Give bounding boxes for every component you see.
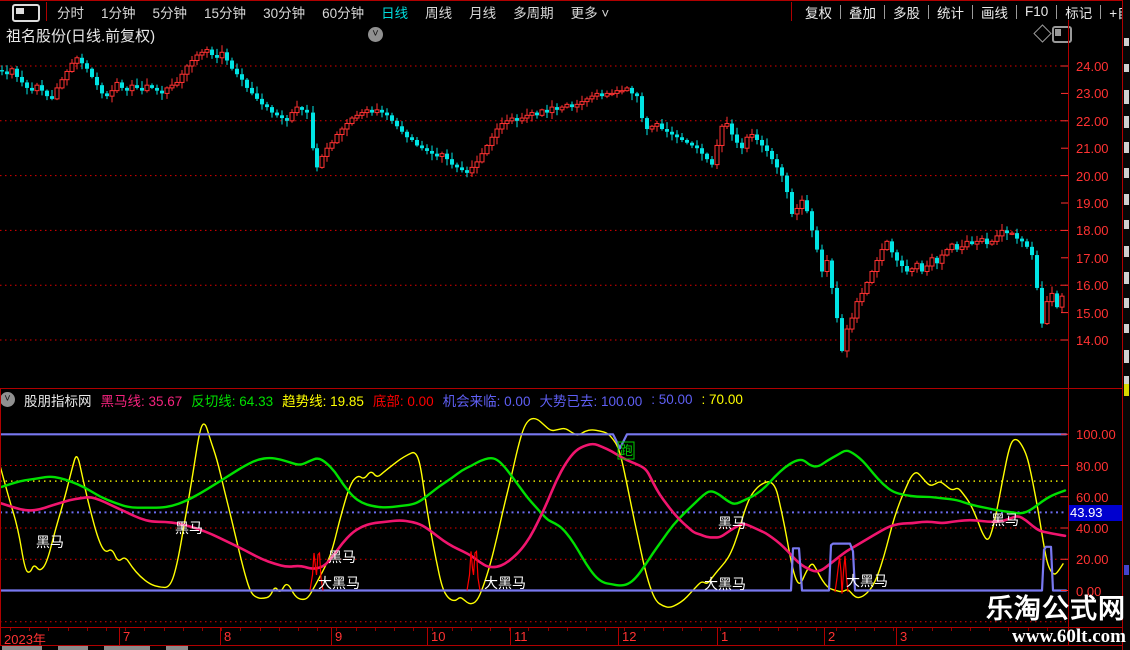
signal-label: 黑马: [328, 549, 356, 565]
price-tick-label: 14.00: [1076, 333, 1109, 348]
clipped-next-pane: [0, 646, 420, 650]
timeframe-月线[interactable]: 月线: [469, 2, 496, 22]
timeframe-日线[interactable]: 日线: [381, 2, 408, 22]
signal-label: 大黑马: [704, 576, 746, 592]
price-tick-label: 22.00: [1076, 113, 1109, 129]
indicator-tick-label: 60.00: [1076, 489, 1109, 505]
indicator-field: 底部: 0.00: [372, 393, 434, 409]
month-label: 12: [622, 629, 637, 644]
month-label: 1: [721, 629, 729, 644]
indicator-field: 黑马线: 35.67: [100, 393, 183, 409]
signal-label: 大黑马: [846, 573, 888, 589]
price-tick-label: 17.00: [1076, 250, 1109, 266]
signal-label: 黑马: [175, 520, 203, 536]
indicator-tick-label: 80.00: [1076, 458, 1109, 474]
timeframe-多周期[interactable]: 多周期: [513, 2, 554, 22]
watermark-url: www.60lt.com: [1012, 626, 1126, 647]
watermark-site-name: 乐淘公式网: [986, 594, 1126, 624]
month-label: 9: [335, 629, 343, 644]
candlestick-chart[interactable]: [0, 40, 1068, 388]
timeframe-60分钟[interactable]: 60分钟: [322, 2, 364, 22]
month-label: 2: [828, 629, 836, 644]
signal-label: 大黑马: [484, 575, 526, 591]
indicator-field: : 50.00: [651, 392, 693, 407]
month-label: 8: [224, 629, 232, 644]
signal-label: 黑马: [718, 515, 746, 531]
pao-signal-label: 跑: [620, 443, 633, 458]
price-tick-label: 16.00: [1076, 278, 1109, 294]
tool-button-F10[interactable]: F10: [1017, 4, 1056, 19]
tool-button-复权[interactable]: 复权: [797, 2, 840, 22]
price-tick-label: 20.00: [1076, 168, 1109, 184]
date-axis[interactable]: 2023年 7 8 9 10 11 12 1 2 3: [0, 628, 1068, 647]
indicator-field: : 70.00: [701, 392, 743, 407]
indicator-tick-label: 40.00: [1076, 521, 1109, 536]
indicator-tick-label: 20.00: [1076, 552, 1109, 568]
month-label: 11: [514, 629, 528, 644]
timeframe-5分钟[interactable]: 5分钟: [153, 2, 188, 22]
indicator-field: 机会来临: 0.00: [442, 393, 531, 409]
timeframe-15分钟[interactable]: 15分钟: [204, 2, 246, 22]
price-tick-label: 23.00: [1076, 86, 1109, 102]
tool-button-统计[interactable]: 统计: [929, 2, 972, 22]
tool-button-多股[interactable]: 多股: [885, 2, 928, 22]
indicator-field: 大势已去: 100.00: [539, 393, 643, 409]
price-tick-label: 21.00: [1076, 141, 1109, 157]
timeframe-分时[interactable]: 分时: [57, 2, 84, 22]
signal-label: 黑马: [36, 534, 64, 550]
watermark: 乐淘公式网 www.60lt.com: [986, 587, 1126, 648]
timeframe-30分钟[interactable]: 30分钟: [263, 2, 305, 22]
price-tick-label: 18.00: [1076, 223, 1109, 239]
price-axis: 24.00 23.00 22.00 21.00 20.00 19.00 18.00 17.00…: [1068, 40, 1122, 388]
timeframe-周线[interactable]: 周线: [425, 2, 452, 22]
trading-app-window: 分时 1分钟 5分钟 15分钟 30分钟 60分钟 日线 周线 月线 多周期 更多 ˅ 复权 叠加 多股…: [0, 0, 1130, 650]
price-tick-label: 24.00: [1076, 59, 1109, 74]
price-tick-label: 15.00: [1076, 305, 1109, 321]
indicator-field: 反切线: 64.33: [191, 393, 274, 409]
chevron-down-icon[interactable]: ˅: [0, 392, 15, 407]
top-toolbar: 分时 1分钟 5分钟 15分钟 30分钟 60分钟 日线 周线 月线 多周期 更多 ˅ 复权 叠加 多股…: [0, 1, 1130, 22]
indicator-chart[interactable]: 黑马黑马黑马黑马 黑马大黑马 大黑马 大黑马 大黑马跑: [0, 411, 1068, 627]
month-label: 3: [900, 629, 908, 644]
indicator-tick-label: 100.00: [1076, 427, 1116, 443]
price-tick-label: 19.00: [1076, 196, 1109, 211]
indicator-source: 股朋指标网: [24, 393, 92, 409]
indicator-header: ˅ 股朋指标网 黑马线: 35.67 反切线: 64.33 趋势线: 19.85 底部…: [0, 389, 1066, 410]
month-label: 10: [431, 629, 446, 644]
signal-label: 黑马: [991, 512, 1019, 528]
indicator-field: 趋势线: 19.85: [282, 393, 364, 409]
clipped-sidebar: [1123, 0, 1130, 650]
tool-button-画线[interactable]: 画线: [973, 2, 1016, 22]
timeframe-1分钟[interactable]: 1分钟: [101, 2, 136, 22]
timeframe-menu: 分时 1分钟 5分钟 15分钟 30分钟 60分钟 日线 周线 月线 多周期 更多 ˅: [57, 1, 609, 22]
month-label: 7: [123, 629, 131, 644]
tool-button-标记[interactable]: 标记: [1057, 2, 1100, 22]
tools-menu: 复权叠加多股统计画线F10标记+自选返回: [797, 1, 1130, 22]
timeframe-更多 ˅[interactable]: 更多 ˅: [571, 2, 610, 22]
signal-label: 大黑马: [318, 575, 360, 591]
layout-icon[interactable]: [12, 4, 40, 22]
current-value-tag: 43.93: [1068, 505, 1124, 521]
tool-button-叠加[interactable]: 叠加: [841, 2, 884, 22]
